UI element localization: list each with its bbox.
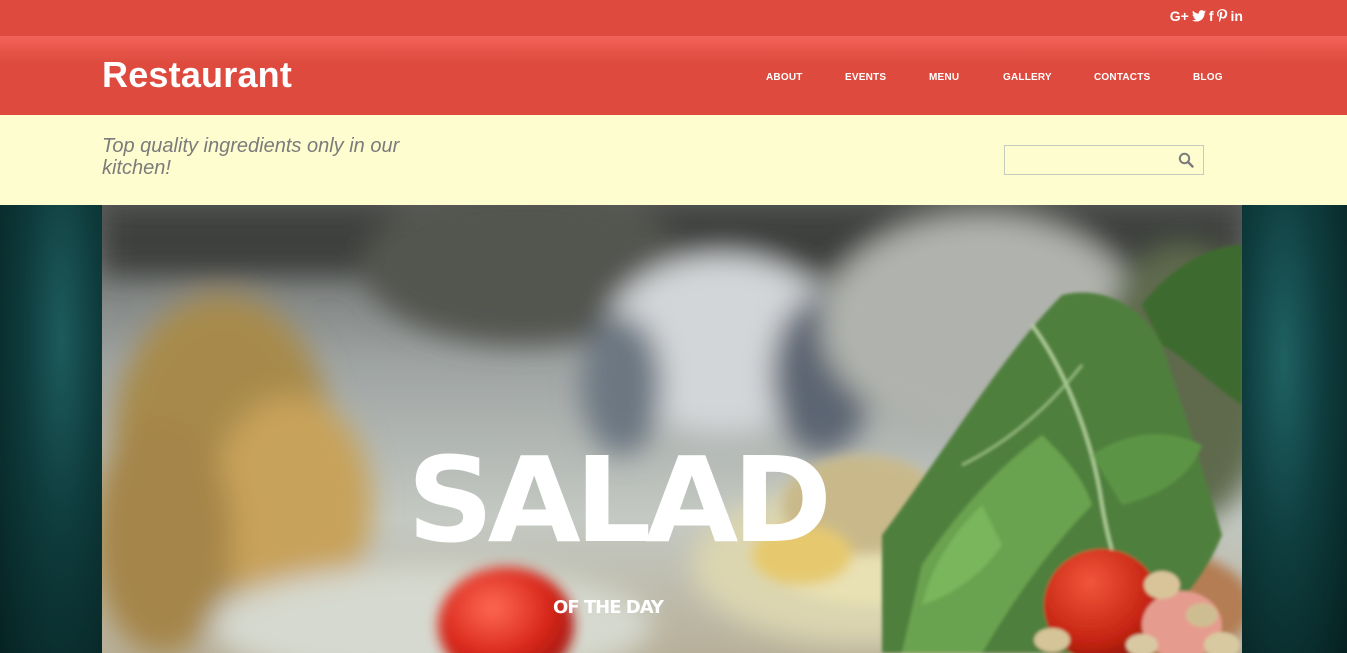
nav-contacts[interactable]: CONTACTS: [1094, 72, 1150, 84]
background-left: [0, 205, 102, 653]
site-header: Restaurant ABOUT EVENTS MENU GALLERY CON…: [0, 36, 1347, 115]
hero-banner: SALAD OF THE DAY: [102, 205, 1242, 653]
google-plus-icon[interactable]: G+: [1170, 8, 1189, 24]
tagline: Top quality ingredients only in our kitc…: [102, 135, 400, 179]
pinterest-icon[interactable]: [1216, 9, 1228, 23]
twitter-icon[interactable]: [1191, 10, 1206, 22]
main-nav: ABOUT EVENTS MENU GALLERY CONTACTS BLOG: [0, 72, 1347, 84]
nav-about[interactable]: ABOUT: [766, 72, 803, 84]
linkedin-icon[interactable]: in: [1231, 8, 1243, 24]
hero-title: SALAD: [407, 431, 832, 569]
facebook-icon[interactable]: f: [1209, 8, 1214, 24]
social-links: G+ f in: [1170, 8, 1243, 24]
search-box: [1004, 145, 1204, 175]
nav-blog[interactable]: BLOG: [1193, 72, 1223, 84]
nav-events[interactable]: EVENTS: [845, 72, 886, 84]
hero-subtitle: OF THE DAY: [553, 597, 664, 618]
top-bar: G+ f in: [0, 0, 1347, 36]
subheader: Top quality ingredients only in our kitc…: [0, 115, 1347, 205]
search-icon[interactable]: [1178, 152, 1194, 168]
hero-photo: [102, 205, 1242, 653]
nav-gallery[interactable]: GALLERY: [1003, 72, 1052, 84]
background-right: [1242, 205, 1347, 653]
search-input[interactable]: [1005, 146, 1175, 174]
nav-menu[interactable]: MENU: [929, 72, 959, 84]
